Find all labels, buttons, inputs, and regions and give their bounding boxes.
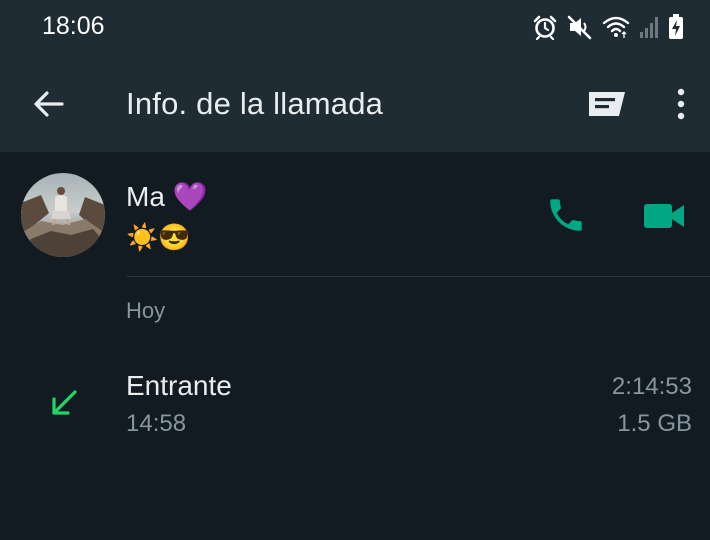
- status-bar: 18:06: [0, 0, 710, 56]
- video-call-button[interactable]: [642, 196, 686, 236]
- alarm-icon: [532, 14, 558, 40]
- app-bar: Info. de la llamada: [0, 56, 710, 152]
- voice-call-icon: [550, 199, 582, 231]
- contact-name: Ma 💜: [126, 181, 208, 212]
- back-button[interactable]: [28, 86, 68, 122]
- arrow-left-icon: [34, 91, 64, 117]
- call-duration: 2:14:53: [611, 373, 692, 400]
- call-time: 14:58: [126, 410, 187, 437]
- battery-charging-icon: [668, 14, 684, 40]
- signal-icon: [639, 15, 659, 39]
- message-icon: [589, 92, 625, 116]
- call-type: Entrante: [126, 370, 232, 401]
- call-data-size: 1.5 GB: [617, 410, 692, 437]
- status-icons: [532, 13, 684, 41]
- more-vert-icon: [677, 88, 685, 120]
- voice-call-button[interactable]: [545, 194, 587, 236]
- incoming-arrow-icon: [47, 386, 81, 420]
- section-date-label: Hoy: [126, 298, 166, 323]
- mute-icon: [567, 14, 593, 40]
- contact-row[interactable]: Ma 💜 ☀️😎: [0, 152, 710, 278]
- status-time: 18:06: [42, 12, 105, 40]
- divider: [126, 276, 710, 277]
- message-button[interactable]: [585, 86, 629, 122]
- call-log-entry: Entrante 14:58 2:14:53 1.5 GB: [0, 360, 710, 450]
- more-options-button[interactable]: [668, 86, 694, 122]
- page-title: Info. de la llamada: [126, 86, 384, 121]
- wifi-icon: [602, 15, 630, 39]
- video-call-icon: [644, 204, 684, 228]
- contact-status: ☀️😎: [126, 222, 191, 252]
- avatar[interactable]: [21, 173, 105, 257]
